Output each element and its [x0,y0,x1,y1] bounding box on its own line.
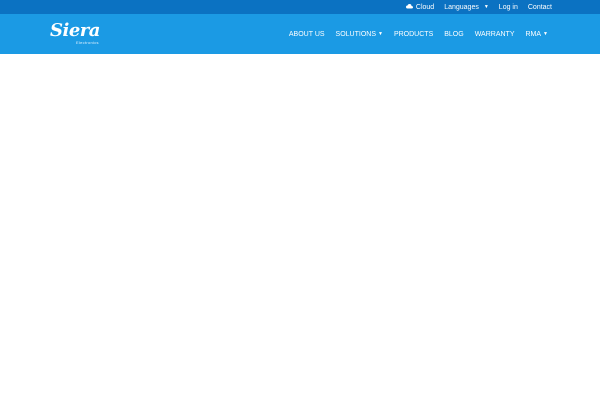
languages-label: Languages [444,3,479,11]
cloud-link-label: Cloud [415,3,435,11]
nav-item-solutions[interactable]: SOLUTIONS ▼ [336,31,383,38]
nav-item-blog[interactable]: BLOG [444,31,463,38]
logo-wordmark: Siera [50,20,100,41]
main-nav: ABOUT US SOLUTIONS ▼ PRODUCTS BLOG WARRA… [278,14,548,54]
nav-item-warranty[interactable]: WARRANTY [475,31,515,38]
nav-item-label: SOLUTIONS [335,30,376,38]
nav-item-label: ABOUT US [288,30,325,38]
nav-item-label: PRODUCTS [393,30,434,38]
nav-item-products[interactable]: PRODUCTS [394,31,433,38]
caret-down-icon: ▼ [483,4,489,10]
nav-item-label: RMA [525,30,542,38]
cloud-link[interactable]: Cloud [405,3,435,11]
login-label: Log in [498,3,518,11]
contact-link[interactable]: Contact [528,4,552,11]
nav-item-rma[interactable]: RMA ▼ [525,31,548,38]
siera-logo[interactable]: Siera Electronics [50,20,110,48]
main-header: Siera Electronics ABOUT US SOLUTIONS ▼ P… [0,14,600,54]
logo-tagline: Electronics [76,40,99,45]
cloud-icon [405,3,413,11]
nav-item-about-us[interactable]: ABOUT US [289,31,325,38]
login-link[interactable]: Log in [499,4,518,11]
nav-item-label: WARRANTY [474,30,515,38]
languages-dropdown[interactable]: Languages ▼ [444,4,489,11]
page-content-area [0,54,600,400]
chevron-down-icon: ▼ [543,31,548,37]
chevron-down-icon: ▼ [378,31,383,37]
nav-item-label: BLOG [444,30,464,38]
contact-label: Contact [527,3,552,11]
top-utility-bar: Cloud Languages ▼ Log in Contact [0,0,600,14]
